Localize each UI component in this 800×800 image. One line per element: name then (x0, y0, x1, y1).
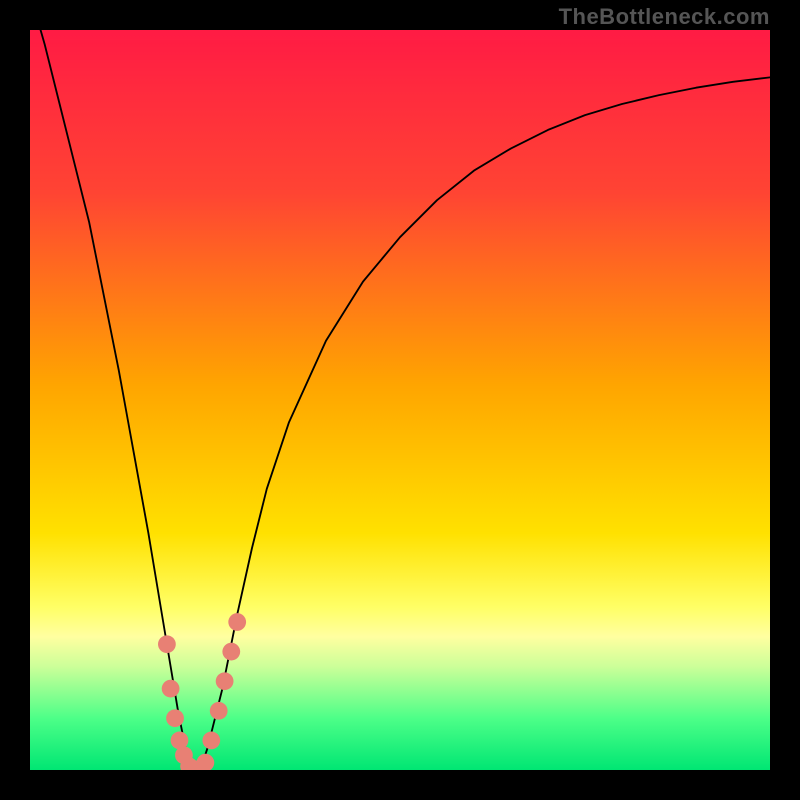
gradient-rect (30, 30, 770, 770)
chart-svg (30, 30, 770, 770)
marker-dot (222, 643, 240, 661)
marker-dot (162, 680, 180, 698)
chart-frame: TheBottleneck.com (0, 0, 800, 800)
marker-dot (216, 672, 234, 690)
credit-label: TheBottleneck.com (559, 4, 770, 30)
marker-dot (166, 709, 184, 727)
plot-area (30, 30, 770, 770)
marker-dot (210, 702, 228, 720)
marker-dot (202, 732, 220, 750)
marker-dot (158, 635, 176, 653)
marker-dot (228, 613, 246, 631)
